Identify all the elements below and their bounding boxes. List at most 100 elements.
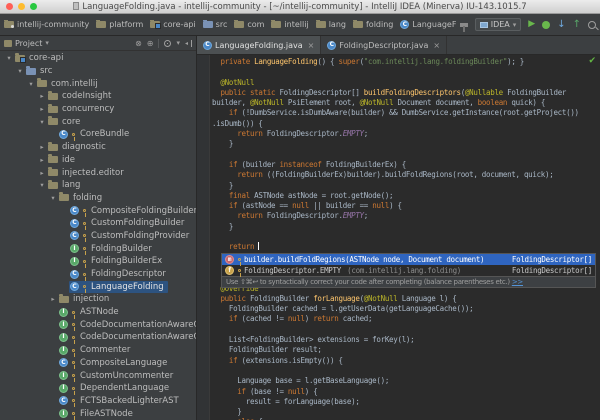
breadcrumb-item-folding[interactable]: folding xyxy=(353,20,393,29)
tree-item-astnode[interactable]: IASTNode xyxy=(0,306,196,319)
tree-item-customfoldingbuilder[interactable]: CCustomFoldingBuilder xyxy=(0,217,196,230)
text-caret xyxy=(258,242,259,250)
tree-item-label: CustomFoldingBuilder xyxy=(91,218,184,228)
code-line xyxy=(212,232,600,242)
run-icon[interactable]: ▶ xyxy=(528,20,535,29)
tree-item-src[interactable]: ▾ src xyxy=(0,65,196,78)
tree-item-content: IFoldingBuilderEx xyxy=(69,255,166,267)
search-icon[interactable] xyxy=(588,21,596,29)
tree-item-compositelanguage[interactable]: CCompositeLanguage xyxy=(0,357,196,370)
code-line: if (base != null) { xyxy=(212,387,600,397)
completion-type: FoldingDescriptor[] xyxy=(504,255,592,264)
tree-item-languagefolding[interactable]: CLanguageFolding xyxy=(0,280,196,293)
tree-item-codeinsight[interactable]: ▸codeInsight xyxy=(0,90,196,103)
breadcrumb-item-intellij[interactable]: intellij xyxy=(271,20,308,29)
tree-item-diagnostic[interactable]: ▸diagnostic xyxy=(0,141,196,154)
tree-item-label: injection xyxy=(73,294,109,304)
navigation-bar: intellij-community platform core-api srccom… xyxy=(0,14,600,36)
close-icon[interactable]: × xyxy=(433,41,440,50)
tree-item-foldingbuilderex[interactable]: IFoldingBuilderEx xyxy=(0,255,196,268)
breadcrumb-item-com[interactable]: com xyxy=(234,20,264,29)
interface-icon: I xyxy=(70,244,79,253)
tree-item-injection[interactable]: ▸ injection xyxy=(0,293,196,306)
code-line: @NotNull xyxy=(212,78,600,88)
tree-item-ide[interactable]: ▸ide xyxy=(0,154,196,167)
tree-expand-arrow[interactable]: ▸ xyxy=(37,169,47,177)
tree-item-folding[interactable]: ▾folding xyxy=(0,192,196,205)
key-icon xyxy=(72,412,75,415)
tab-languagefolding.java[interactable]: CLanguageFolding.java× xyxy=(197,36,321,54)
debug-icon[interactable] xyxy=(542,21,550,29)
run-config-selector[interactable]: IDEA ▾ xyxy=(475,18,522,31)
tree-expand-arrow[interactable]: ▸ xyxy=(37,143,47,151)
tree-item-corebundle[interactable]: CCoreBundle xyxy=(0,128,196,141)
tree-item-label: CodeDocumentationAwareCom xyxy=(80,320,196,330)
tree-item-core-api[interactable]: ▾core-api xyxy=(0,52,196,65)
package-folder xyxy=(48,156,58,163)
tree-item-commenter[interactable]: ICommenter xyxy=(0,344,196,357)
tree-item-content: CLanguageFolding xyxy=(69,281,168,293)
code-area[interactable]: private LanguageFolding() { super("com.i… xyxy=(212,57,600,420)
class-icon: C xyxy=(70,270,79,279)
code-line: } xyxy=(212,407,600,417)
tree-item-codedocumentationawarecom[interactable]: I CodeDocumentationAwareCom xyxy=(0,318,196,331)
editor[interactable]: private LanguageFolding() { super("com.i… xyxy=(197,55,600,420)
tree-expand-arrow[interactable]: ▾ xyxy=(4,54,14,62)
tree-item-injected.editor[interactable]: ▸injected.editor xyxy=(0,166,196,179)
tree-item-label: src xyxy=(40,66,52,76)
breadcrumb-item-intellij-community[interactable]: intellij-community xyxy=(4,20,89,29)
vcs-commit-icon[interactable]: ↑ xyxy=(573,20,581,30)
breadcrumb-item-src[interactable]: src xyxy=(203,20,228,29)
tree-item-dependentlanguage[interactable]: IDependentLanguage xyxy=(0,382,196,395)
hide-panel-icon[interactable]: ◂ xyxy=(185,40,192,47)
tree-expand-arrow[interactable]: ▾ xyxy=(15,67,25,75)
vcs-update-icon[interactable]: ↓ xyxy=(557,20,565,30)
tree-item-customuncommenter[interactable]: ICustomUncommenter xyxy=(0,369,196,382)
tree-item-fileastnode[interactable]: IFileASTNode xyxy=(0,407,196,420)
tree-expand-arrow[interactable]: ▸ xyxy=(37,92,47,100)
completion-label: FoldingDescriptor.EMPTY xyxy=(244,266,341,275)
completion-item[interactable]: fFoldingDescriptor.EMPTY (com.intellij.l… xyxy=(222,265,595,276)
tree-expand-arrow[interactable]: ▸ xyxy=(48,295,58,303)
tree-expand-arrow[interactable]: ▸ xyxy=(37,156,47,164)
tree-item-content: IDependentLanguage xyxy=(58,382,173,394)
tree-item-codedocumentationawarecom[interactable]: ICodeDocumentationAwareCom xyxy=(0,331,196,344)
tree-item-foldingbuilder[interactable]: IFoldingBuilder xyxy=(0,242,196,255)
completion-item[interactable]: mbuilder.buildFoldRegions(ASTNode node, … xyxy=(222,254,595,265)
gear-icon[interactable] xyxy=(164,40,171,47)
tree-item-foldingdescriptor[interactable]: CFoldingDescriptor xyxy=(0,268,196,281)
tree-expand-arrow[interactable]: ▸ xyxy=(37,105,47,113)
breadcrumb-item-lang[interactable]: lang xyxy=(316,20,346,29)
tree-item-content: CCompositeLanguage xyxy=(58,357,171,369)
project-view-dropdown[interactable]: ▾ xyxy=(45,39,49,47)
tree-expand-arrow[interactable]: ▾ xyxy=(26,80,36,88)
breadcrumb-item-core-api[interactable]: core-api xyxy=(150,20,195,29)
gear-dropdown-icon[interactable]: ▾ xyxy=(176,39,180,47)
tree-item-com.intellij[interactable]: ▾com.intellij xyxy=(0,77,196,90)
tree-item-core[interactable]: ▾ core xyxy=(0,115,196,128)
class-icon: C xyxy=(327,41,336,50)
collapse-all-icon[interactable]: ⊗ xyxy=(135,39,142,48)
tab-foldingdescriptor.java[interactable]: CFoldingDescriptor.java × xyxy=(321,36,447,54)
tree-item-content: CFoldingDescriptor xyxy=(69,268,170,280)
tree-item-label: FileASTNode xyxy=(80,409,133,419)
tree-item-lang[interactable]: ▾lang xyxy=(0,179,196,192)
close-icon[interactable]: × xyxy=(308,41,315,50)
tab-label: FoldingDescriptor.java xyxy=(339,41,428,50)
tree-item-concurrency[interactable]: ▸concurrency xyxy=(0,103,196,116)
breadcrumb-item-languagefolding[interactable]: CLanguageFolding xyxy=(400,20,455,29)
breadcrumb-item-platform[interactable]: platform xyxy=(96,20,143,29)
locate-file-icon[interactable]: ⊕ xyxy=(147,39,154,48)
tree-expand-arrow[interactable]: ▾ xyxy=(37,118,47,126)
interface-icon: I xyxy=(59,320,68,329)
key-icon xyxy=(83,260,86,263)
tree-item-fctsbackedlighterast[interactable]: CFCTSBackedLighterAST xyxy=(0,395,196,408)
tree-expand-arrow[interactable]: ▾ xyxy=(48,194,58,202)
tree-item-compositefoldingbuilder[interactable]: CCompositeFoldingBuilder xyxy=(0,204,196,217)
completion-hint-link[interactable]: >> xyxy=(512,278,523,286)
tree-item-label: core xyxy=(62,117,80,127)
class-icon: C xyxy=(59,130,68,139)
build-icon[interactable] xyxy=(460,23,468,27)
tree-expand-arrow[interactable]: ▾ xyxy=(37,181,47,189)
tree-item-customfoldingprovider[interactable]: CCustomFoldingProvider xyxy=(0,230,196,243)
